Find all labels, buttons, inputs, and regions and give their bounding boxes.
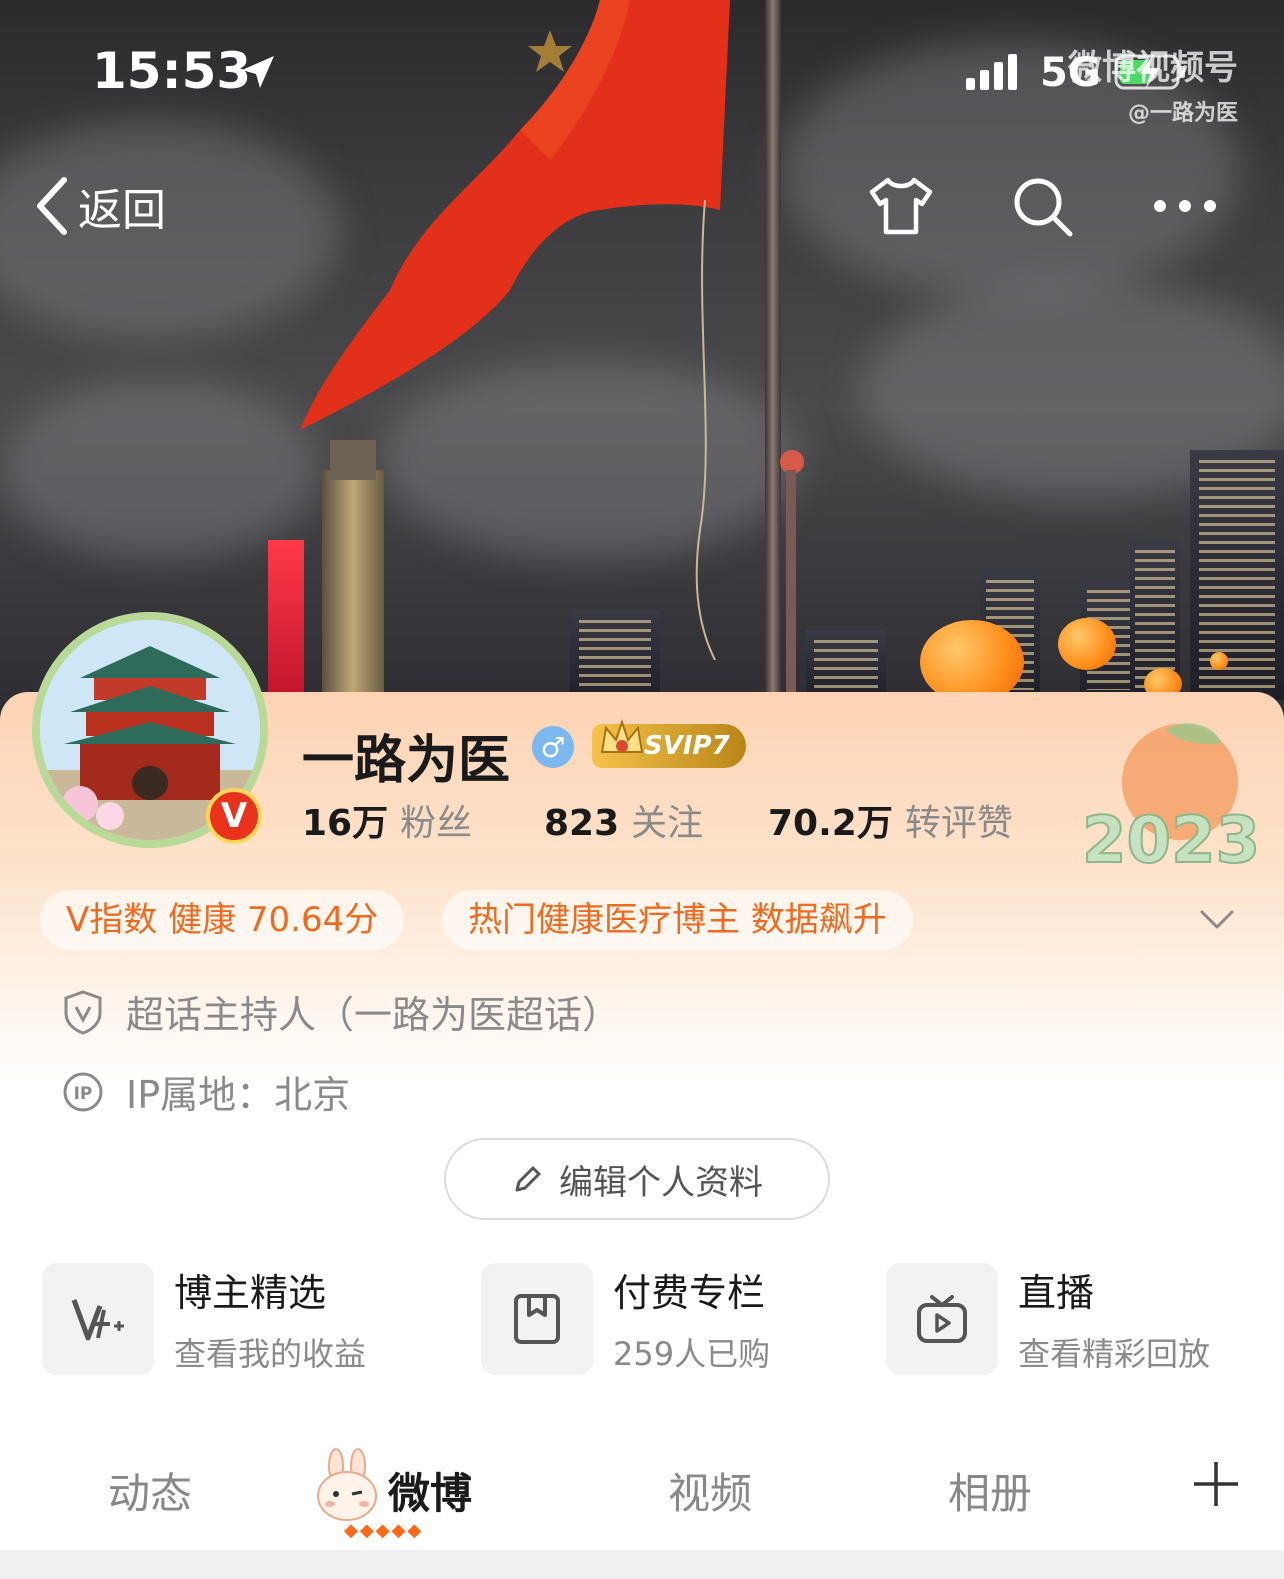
following-count: 823 [544, 803, 620, 844]
red-screen-building [268, 540, 304, 700]
v-plus-icon [42, 1262, 154, 1375]
building [806, 630, 886, 700]
plus-icon[interactable] [1190, 1458, 1242, 1510]
feature-title: 直播 [1018, 1271, 1095, 1315]
shirt-icon[interactable] [866, 174, 936, 238]
flagpole [765, 0, 781, 700]
feature-subtitle: 查看我的收益 [174, 1335, 367, 1373]
back-label: 返回 [78, 185, 166, 236]
verified-badge: V [206, 788, 262, 844]
feature-subtitle: 259人已购 [613, 1335, 771, 1373]
orange-decoration [1210, 652, 1228, 670]
tv-play-icon [886, 1262, 998, 1375]
stat-following[interactable]: 823 关注 [544, 794, 703, 846]
year-decoration-text: 2023 [1082, 804, 1260, 870]
stat-interactions[interactable]: 70.2万 转评赞 [768, 794, 1013, 846]
status-time: 15:53 [92, 42, 252, 100]
ip-icon: IP [63, 1072, 103, 1111]
new-year-decoration: 2023 [1081, 723, 1261, 870]
super-topic-text: 超话主持人（一路为医超话） [126, 993, 621, 1037]
svg-text:IP: IP [74, 1084, 93, 1104]
signal-icon [966, 54, 1017, 90]
feature-paid-column[interactable]: 付费专栏 259人已购 [481, 1262, 770, 1375]
ip-location-text: IP属地：北京 [126, 1073, 351, 1117]
feature-title: 付费专栏 [613, 1271, 766, 1315]
super-topic-row[interactable]: 超话主持人（一路为医超话） [62, 984, 620, 1039]
more-icon[interactable] [1150, 174, 1220, 238]
crown-icon [600, 718, 644, 753]
svip-badge[interactable]: SVIP7 [592, 718, 746, 768]
back-button[interactable]: 返回 [32, 174, 166, 238]
building [570, 610, 660, 700]
pencil-icon [515, 1166, 541, 1192]
pearl-tower-shaft [786, 470, 796, 700]
tower [322, 470, 384, 730]
followers-label: 粉丝 [400, 803, 473, 844]
feature-title: 博主精选 [174, 1271, 327, 1315]
cloud [0, 380, 320, 560]
username: 一路为医 [302, 731, 511, 791]
chevron-left-icon [37, 177, 67, 235]
active-tab-indicator: ◆◆◆◆◆ [344, 1520, 424, 1541]
feature-subtitle: 查看精彩回放 [1018, 1335, 1211, 1373]
bottom-divider [0, 1550, 1284, 1579]
location-arrow-icon [242, 56, 274, 88]
building [1190, 450, 1284, 700]
feature-blogger-picks[interactable]: 博主精选 查看我的收益 [42, 1262, 366, 1375]
flag-rope [695, 200, 716, 660]
ip-location-row: IP IP属地：北京 [62, 1064, 350, 1119]
watermark: 微博视频号 @一路为医 [1068, 40, 1238, 127]
edit-profile-label: 编辑个人资料 [559, 1162, 763, 1203]
tab-video[interactable]: 视频 [668, 1460, 752, 1521]
tab-dynamics[interactable]: 动态 [108, 1460, 192, 1521]
interactions-count: 70.2万 [768, 803, 893, 844]
flag-illustration [300, 0, 730, 430]
chevron-down-icon[interactable] [1198, 900, 1236, 938]
feature-live[interactable]: 直播 查看精彩回放 [886, 1262, 1210, 1375]
v-index-tag[interactable]: V指数 健康 70.64分 [40, 890, 405, 950]
watermark-title: 微博视频号 [1068, 48, 1238, 88]
watermark-handle: @一路为医 [1127, 101, 1238, 126]
bookmark-icon [481, 1262, 593, 1375]
following-label: 关注 [631, 803, 704, 844]
rabbit-mascot-icon [317, 1448, 377, 1521]
male-icon: ♂ [532, 726, 574, 768]
svip-label: SVIP7 [644, 731, 730, 761]
hot-blogger-tag[interactable]: 热门健康医疗博主 数据飙升 [442, 890, 913, 950]
edit-profile-button[interactable]: 编辑个人资料 [444, 1138, 830, 1220]
orange-decoration [1058, 618, 1116, 670]
tab-weibo[interactable]: 微博 [388, 1460, 472, 1521]
tab-album[interactable]: 相册 [948, 1460, 1032, 1521]
interactions-label: 转评赞 [904, 803, 1013, 844]
search-icon[interactable] [1010, 174, 1076, 238]
shield-v-icon [64, 989, 102, 1035]
tower-top [330, 440, 376, 480]
followers-count: 16万 [302, 803, 389, 844]
stat-followers[interactable]: 16万 粉丝 [302, 794, 472, 846]
